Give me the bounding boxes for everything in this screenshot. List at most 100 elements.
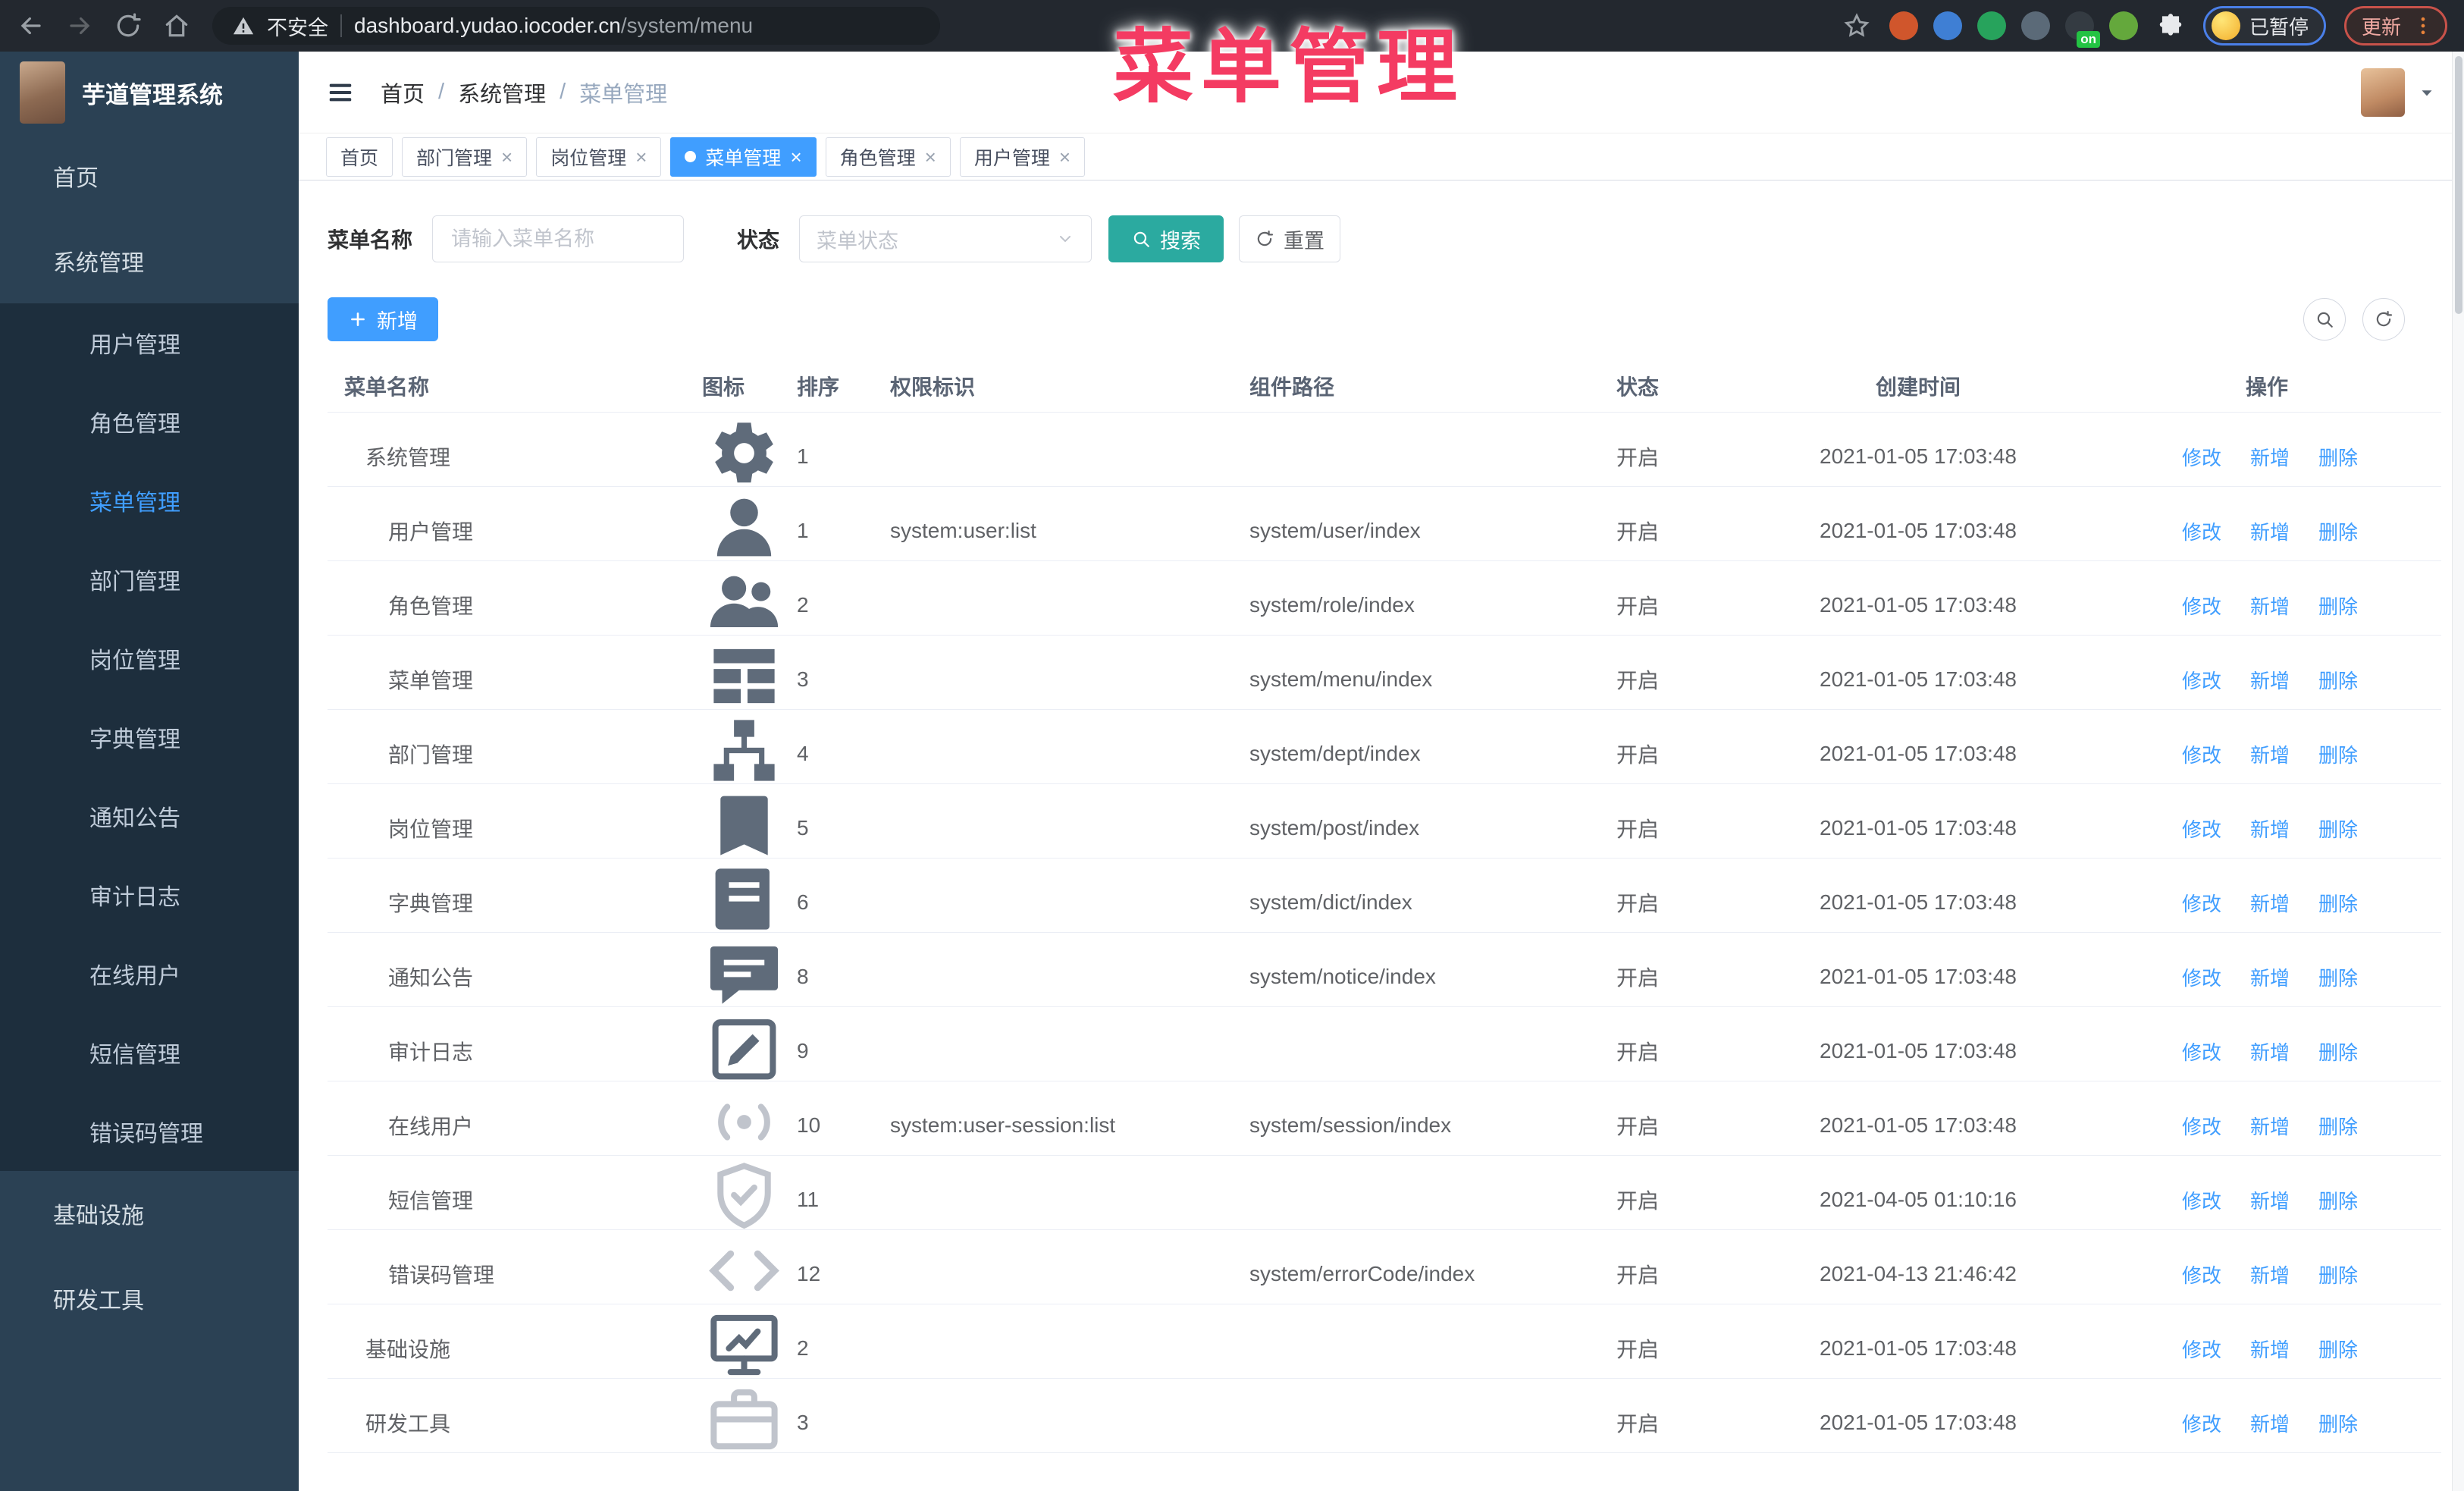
edit-link[interactable]: 修改 [2176,1186,2221,1222]
delete-link[interactable]: 删除 [2312,815,2358,850]
reload-icon[interactable] [114,11,143,40]
home-icon[interactable] [162,11,191,40]
add-link[interactable]: 新增 [2244,815,2290,849]
delete-link[interactable]: 删除 [2312,1260,2358,1296]
edit-link-label: 修改 [2181,743,2221,767]
sidebar-item[interactable]: 首页 [0,133,299,218]
scrollbar-thumb[interactable] [2455,56,2462,314]
extension-slate-icon[interactable] [2020,11,2050,40]
tab[interactable]: 角色管理 × [825,137,951,177]
add-link[interactable]: 新增 [2244,963,2290,998]
tab[interactable]: 菜单管理 × [670,137,817,177]
add-link[interactable]: 新增 [2244,1335,2290,1370]
update-button[interactable]: 更新 [2343,6,2447,46]
chevron-down-icon[interactable] [2417,83,2437,102]
toggle-search-button[interactable] [2303,298,2346,341]
add-link[interactable]: 新增 [2244,1037,2290,1072]
delete-link[interactable]: 删除 [2312,517,2358,553]
edit-link[interactable]: 修改 [2176,815,2221,850]
delete-link[interactable]: 删除 [2312,1037,2358,1073]
tab-close-icon[interactable]: × [1059,147,1071,167]
edit-link[interactable]: 修改 [2176,443,2221,479]
add-link[interactable]: 新增 [2244,1260,2290,1295]
extension-frog-icon[interactable] [2108,11,2138,40]
delete-link[interactable]: 删除 [2312,666,2358,702]
add-link[interactable]: 新增 [2244,443,2290,478]
delete-link[interactable]: 删除 [2312,1186,2358,1222]
extension-dark-icon[interactable]: on [2064,11,2100,48]
tab-close-icon[interactable]: × [635,147,647,167]
breadcrumb-item[interactable]: 首页 [381,77,425,108]
delete-link[interactable]: 删除 [2312,1335,2358,1370]
sidebar-item[interactable]: 通知公告 [0,777,299,855]
scrollbar[interactable] [2452,52,2464,1491]
breadcrumb-item[interactable]: 系统管理 [458,77,546,108]
sidebar-item[interactable]: 角色管理 [0,382,299,461]
add-link[interactable]: 新增 [2244,1186,2290,1221]
user-avatar[interactable] [2361,67,2405,117]
add-link[interactable]: 新增 [2244,740,2290,775]
delete-link[interactable]: 删除 [2312,963,2358,999]
sidebar-item[interactable]: 研发工具 [0,1256,299,1341]
add-link[interactable]: 新增 [2244,889,2290,924]
sidebar-item[interactable]: 基础设施 [0,1171,299,1256]
add-link[interactable]: 新增 [2244,592,2290,626]
sidebar-item[interactable]: 用户管理 [0,303,299,382]
chrome-menu-icon[interactable] [2412,14,2434,37]
forward-icon[interactable] [65,11,94,40]
edit-link[interactable]: 修改 [2176,1260,2221,1296]
profile-chip[interactable]: 已暂停 [2202,6,2326,46]
add-link[interactable]: 新增 [2244,1112,2290,1147]
collapse-sidebar-icon[interactable] [326,78,355,107]
extensions-puzzle-icon[interactable] [2156,11,2185,40]
tab[interactable]: 首页 [326,137,393,177]
add-link[interactable]: 新增 [2244,666,2290,701]
add-link[interactable]: 新增 [2244,1409,2290,1444]
status-select[interactable]: 菜单状态 [799,215,1092,262]
tab[interactable]: 岗位管理 × [536,137,662,177]
tab-close-icon[interactable]: × [790,147,801,167]
app-logo[interactable]: 芋道管理系统 [0,52,299,133]
edit-link[interactable]: 修改 [2176,1112,2221,1147]
edit-link[interactable]: 修改 [2176,889,2221,924]
edit-link[interactable]: 修改 [2176,1037,2221,1073]
edit-link[interactable]: 修改 [2176,740,2221,776]
delete-link[interactable]: 删除 [2312,740,2358,776]
bookmark-star-icon[interactable] [1842,11,1871,40]
delete-link[interactable]: 删除 [2312,1112,2358,1147]
delete-link[interactable]: 删除 [2312,889,2358,924]
extension-blue-icon[interactable] [1933,11,1962,40]
extension-orange-icon[interactable] [1889,11,1918,40]
sidebar-item[interactable]: 部门管理 [0,540,299,619]
edit-link[interactable]: 修改 [2176,1409,2221,1445]
sidebar-item[interactable]: 审计日志 [0,855,299,934]
search-button[interactable]: 搜索 [1108,215,1224,262]
sidebar-item[interactable]: 系统管理 [0,218,299,303]
sidebar-item[interactable]: 岗位管理 [0,619,299,698]
sidebar-item[interactable]: 在线用户 [0,934,299,1013]
refresh-table-button[interactable] [2362,298,2405,341]
menu-name-input[interactable] [432,215,685,262]
tab[interactable]: 用户管理 × [959,137,1086,177]
tab-close-icon[interactable]: × [501,147,513,167]
extension-green-check-icon[interactable] [1977,11,2006,40]
tab[interactable]: 部门管理 × [402,137,528,177]
edit-link[interactable]: 修改 [2176,592,2221,627]
reset-button[interactable]: 重置 [1239,215,1341,262]
sidebar-item[interactable]: 字典管理 [0,698,299,777]
delete-link[interactable]: 删除 [2312,592,2358,627]
tab-close-icon[interactable]: × [925,147,936,167]
add-link[interactable]: 新增 [2244,517,2290,552]
add-button[interactable]: 新增 [328,297,438,341]
edit-link[interactable]: 修改 [2176,1335,2221,1370]
edit-link[interactable]: 修改 [2176,666,2221,702]
back-icon[interactable] [17,11,45,40]
sidebar-item[interactable]: 错误码管理 [0,1092,299,1171]
edit-link[interactable]: 修改 [2176,517,2221,553]
delete-link[interactable]: 删除 [2312,1409,2358,1445]
delete-link[interactable]: 删除 [2312,443,2358,479]
edit-link[interactable]: 修改 [2176,963,2221,999]
sidebar-item[interactable]: 菜单管理 [0,461,299,540]
address-bar[interactable]: 不安全 dashboard.yudao.iocoder.cn/system/me… [212,7,940,45]
sidebar-item[interactable]: 短信管理 [0,1013,299,1092]
